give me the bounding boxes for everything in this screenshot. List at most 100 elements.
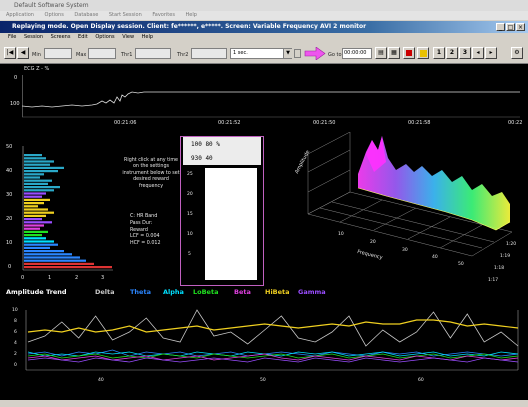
spectrum-bar xyxy=(24,186,60,189)
spectro-t-3: 1:20 xyxy=(506,242,517,247)
top-trend-x-0: 00:21:06 xyxy=(114,120,137,126)
page-2-button[interactable]: 2 xyxy=(446,47,458,59)
back-button[interactable]: ◀ xyxy=(17,47,29,59)
spectrum-bar xyxy=(24,240,54,243)
spectrum-bar xyxy=(24,227,40,230)
next-page-button[interactable]: ▸ xyxy=(485,47,497,59)
spectrum-bar xyxy=(24,160,54,163)
spectrum-bar xyxy=(24,221,52,224)
spectrum-bar xyxy=(24,259,86,262)
status-bar xyxy=(0,400,528,407)
trend-y-8: 8 xyxy=(14,319,17,324)
bars-y-50: 50 xyxy=(6,144,13,150)
menu-options[interactable]: Options xyxy=(95,34,114,40)
legend-hibeta[interactable]: HiBeta xyxy=(265,288,290,296)
close-button[interactable]: × xyxy=(516,23,525,31)
bars-x-1: 1 xyxy=(48,275,52,281)
legend-theta[interactable]: Theta xyxy=(130,288,151,296)
menu-file[interactable]: File xyxy=(8,34,16,40)
goto-time-field[interactable]: 00:00:00 xyxy=(342,48,372,59)
spectro-x-20: 20 xyxy=(370,240,376,245)
outer-menu-start-session[interactable]: Start Session xyxy=(109,12,142,18)
outer-menu-database[interactable]: Database xyxy=(74,12,98,18)
spectrum-bar xyxy=(24,214,46,217)
chevron-down-icon[interactable]: ▼ xyxy=(283,49,292,58)
thr2-label: Thr2 xyxy=(177,52,189,58)
legend-beta[interactable]: Beta xyxy=(234,288,251,296)
menu-view[interactable]: View xyxy=(122,34,134,40)
record-stop-button[interactable] xyxy=(403,47,415,59)
interval-select-value: 1 sec. xyxy=(233,50,248,56)
dropdown-toggle[interactable] xyxy=(294,49,301,58)
reward-info-hcf: HCF = 0.012 xyxy=(130,241,161,247)
top-trend-x-3: 00:21:58 xyxy=(408,120,431,126)
spectrum-bar xyxy=(24,211,54,214)
thr2-field[interactable] xyxy=(191,48,227,59)
spectrum-bar xyxy=(24,266,112,269)
spectrum-bar xyxy=(24,234,42,237)
legend-alpha[interactable]: Alpha xyxy=(163,288,184,296)
spectrum-bar xyxy=(24,173,44,176)
reward-meter-bar[interactable] xyxy=(205,168,257,280)
outer-menu-options[interactable]: Options xyxy=(45,12,64,18)
max-label: Max xyxy=(76,52,87,58)
amplitude-trend-line xyxy=(27,309,519,347)
min-label: Min xyxy=(32,52,41,58)
rewind-button[interactable]: |◀ xyxy=(4,47,16,59)
maximize-button[interactable]: □ xyxy=(506,23,515,31)
page-3-button[interactable]: 3 xyxy=(459,47,471,59)
spectrum-bar xyxy=(24,154,42,157)
menu-screens[interactable]: Screens xyxy=(51,34,71,40)
spectrum-bar xyxy=(24,205,38,208)
pause-button[interactable] xyxy=(417,47,429,59)
page-1-button[interactable]: 1 xyxy=(433,47,445,59)
spectrum-bar xyxy=(24,218,42,221)
menu-help[interactable]: Help xyxy=(142,34,153,40)
spectro-x-50: 50 xyxy=(458,262,464,267)
trend-y-0: 0 xyxy=(14,363,17,368)
spectrum-bar xyxy=(24,208,48,211)
trend-x-40: 40 xyxy=(98,378,104,383)
reward-info: C: HR Band Pass Dur: Reward LCF = 0.004 … xyxy=(130,214,180,248)
outer-menu-favorites[interactable]: Favorites xyxy=(152,12,175,18)
legend-lobeta[interactable]: LoBeta xyxy=(193,288,218,296)
legend-gamma[interactable]: Gamma xyxy=(298,288,326,296)
spectrum-bar xyxy=(24,230,48,233)
menu-session[interactable]: Session xyxy=(24,34,43,40)
stop-icon xyxy=(406,50,412,56)
top-trend-x-1: 00:21:52 xyxy=(218,120,241,126)
spectro-x-40: 40 xyxy=(432,255,438,260)
top-trend-x-2: 00:21:50 xyxy=(313,120,336,126)
max-field[interactable] xyxy=(88,48,116,59)
spectro-x-30: 30 xyxy=(402,248,408,253)
reward-readout-2: 930 40 xyxy=(183,153,261,165)
outer-menu-help[interactable]: Help xyxy=(186,12,197,18)
reward-instructions: Right click at any time on the settings … xyxy=(122,158,180,189)
display-screen: ECG Z - % 0 100 00:21:06 00:21:52 00:21:… xyxy=(0,64,528,400)
amplitude-trend-plot xyxy=(25,309,519,371)
spectrum-bar xyxy=(24,243,58,246)
reward-info-band: C: HR Band xyxy=(130,214,158,219)
calendar-button[interactable]: ▦ xyxy=(388,47,400,59)
thr1-field[interactable] xyxy=(135,48,171,59)
spectrum-bar xyxy=(24,262,94,265)
reward-info-pass-dur: Pass Dur: xyxy=(130,220,153,226)
spectrum-bar xyxy=(24,192,46,195)
min-field[interactable] xyxy=(44,48,72,59)
spectrum-bar xyxy=(24,179,52,182)
spectrum-bar xyxy=(24,176,40,179)
prev-page-button[interactable]: ◂ xyxy=(472,47,484,59)
trend-y-2: 2 xyxy=(14,352,17,357)
spectrum-bar xyxy=(24,163,50,166)
settings-button[interactable]: ⚙ xyxy=(511,47,523,59)
trend-x-50: 50 xyxy=(260,378,266,383)
meter-tick-10: 10 xyxy=(187,232,193,237)
goto-button[interactable]: ▤ xyxy=(375,47,387,59)
thr1-label: Thr1 xyxy=(121,52,133,58)
legend-delta[interactable]: Delta xyxy=(95,288,115,296)
bars-x-0: 0 xyxy=(21,275,25,281)
play-arrow-icon[interactable] xyxy=(304,47,326,60)
outer-menu-application[interactable]: Application xyxy=(6,12,34,18)
minimize-button[interactable]: _ xyxy=(496,23,505,31)
menu-edit[interactable]: Edit xyxy=(78,34,88,40)
